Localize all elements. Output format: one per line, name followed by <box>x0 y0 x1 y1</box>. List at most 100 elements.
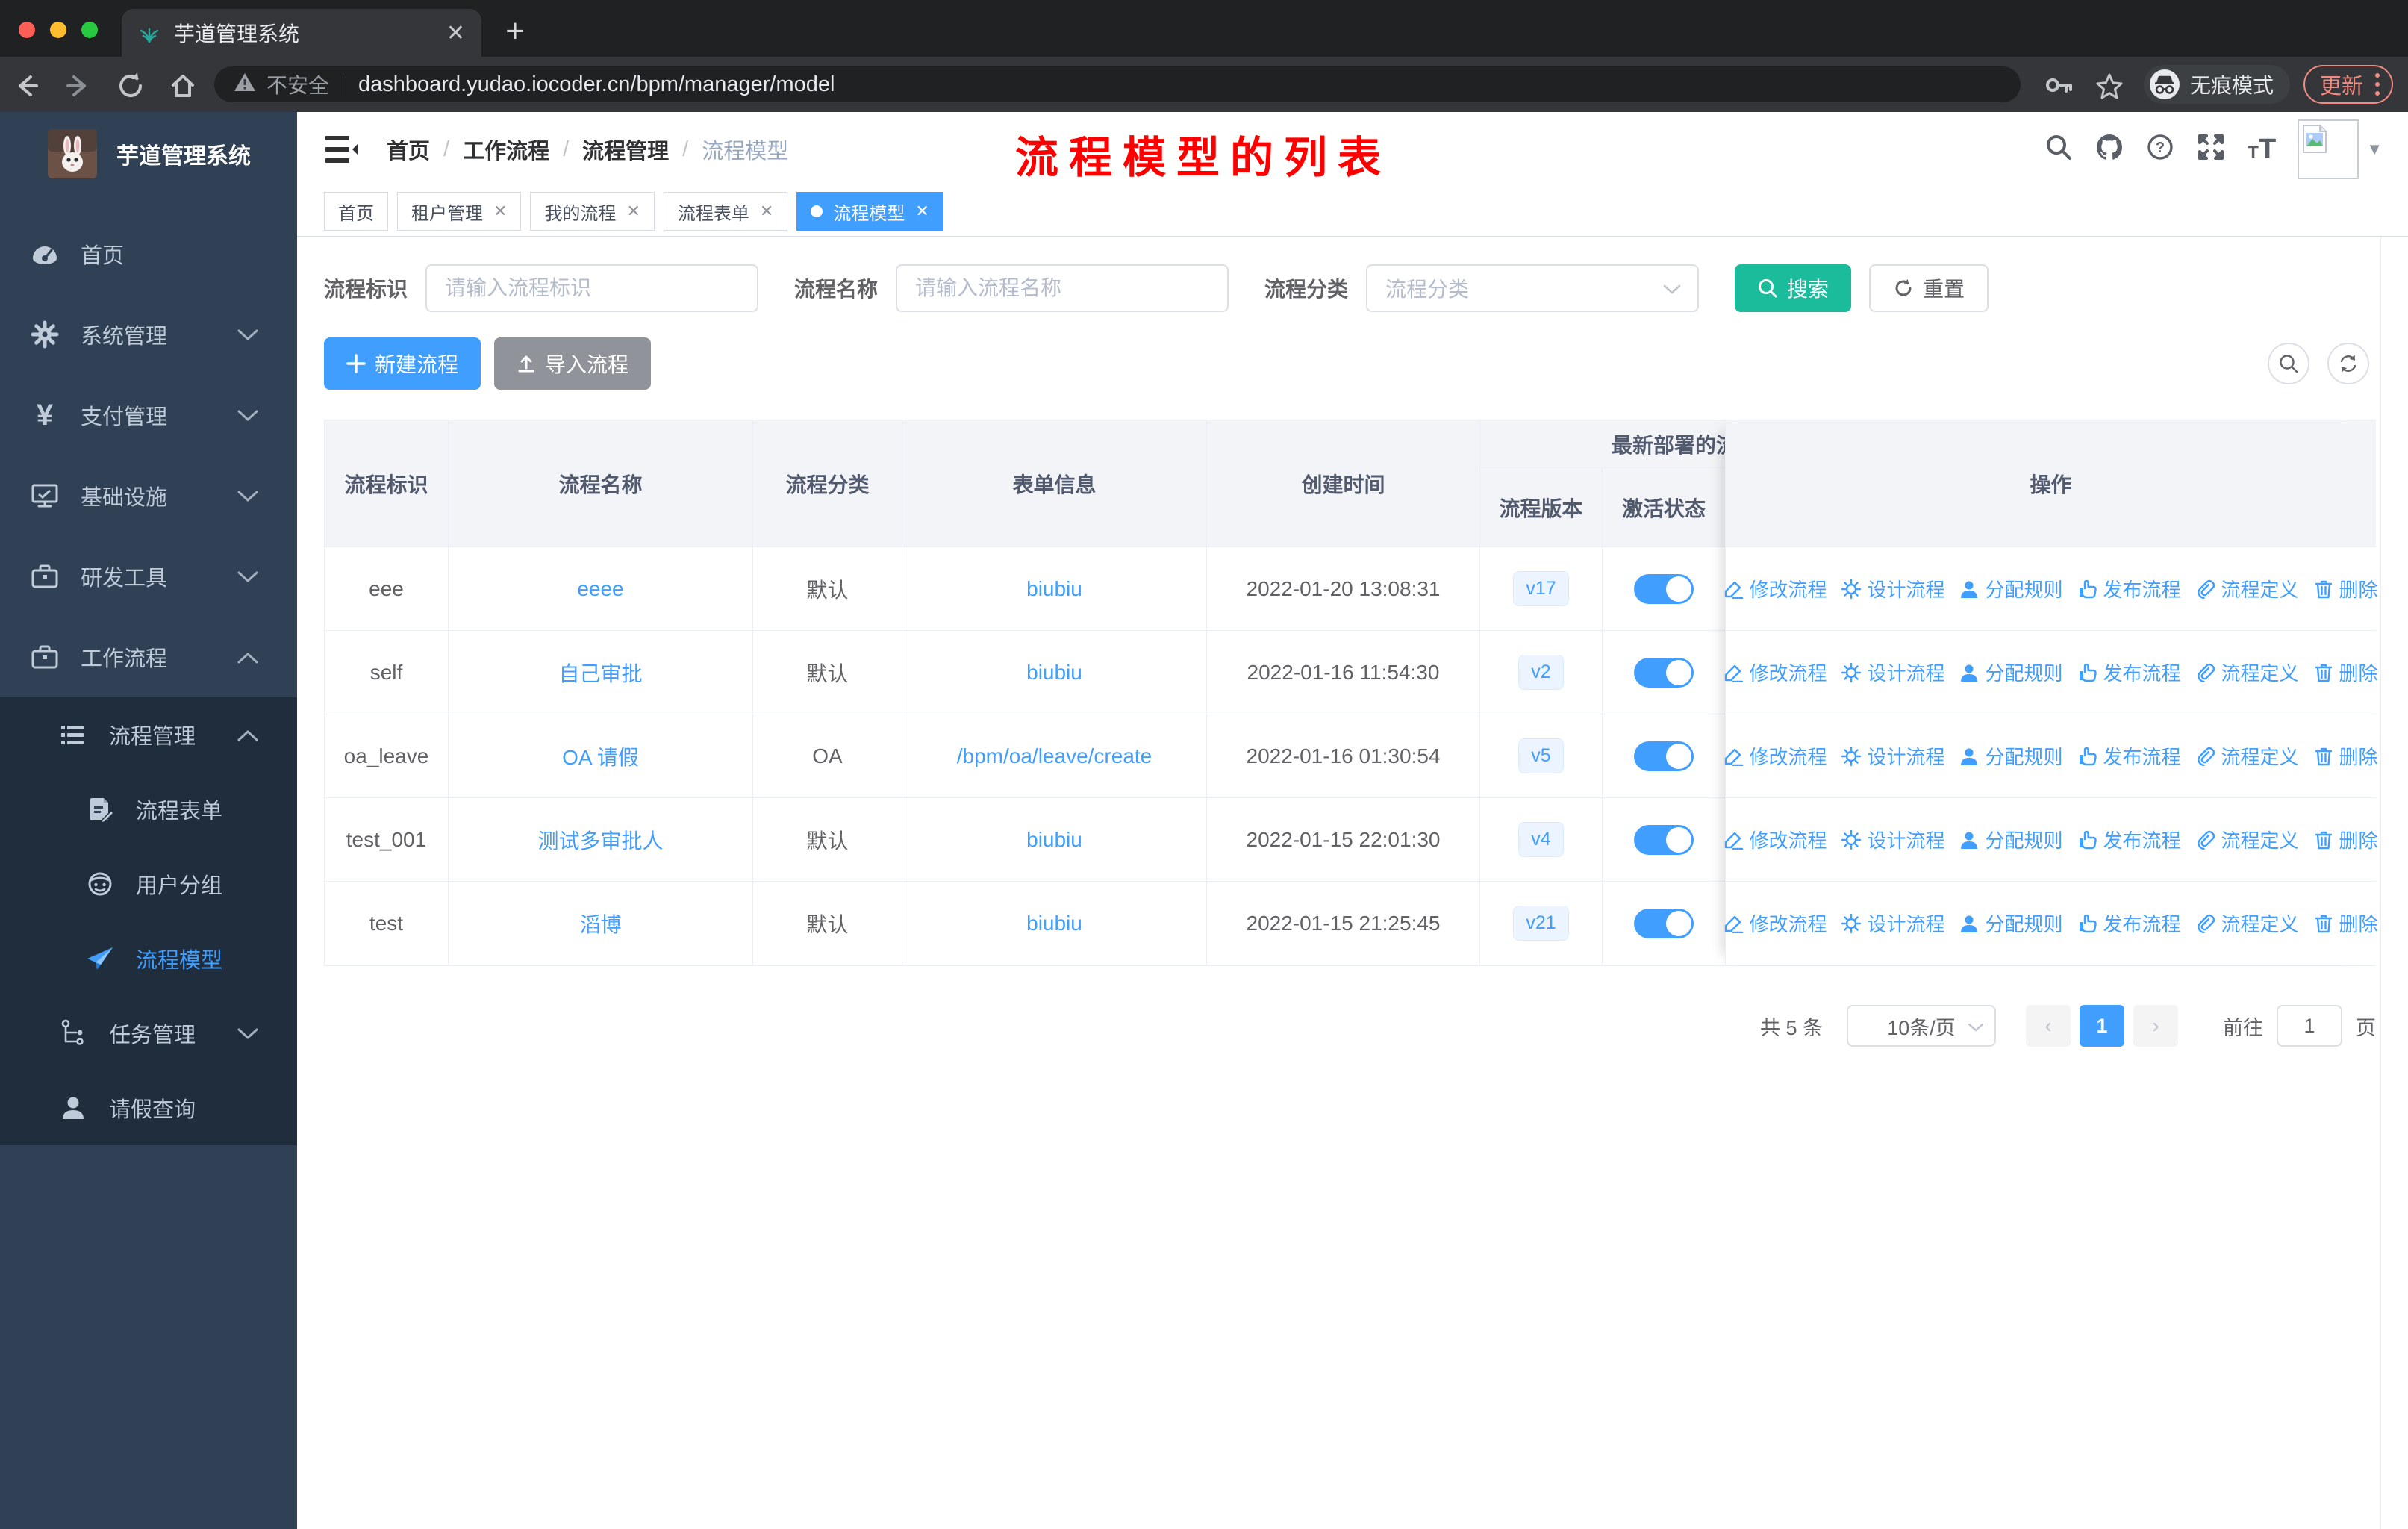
tag-process-model[interactable]: 流程模型 ✕ <box>796 192 943 231</box>
macos-close-button[interactable] <box>19 22 35 38</box>
reload-icon[interactable] <box>105 68 157 100</box>
edit-process-link[interactable]: 修改流程 <box>1724 742 1827 770</box>
delete-link[interactable]: 删除 <box>2314 742 2378 770</box>
sidebar-item-user-group[interactable]: 用户分组 <box>0 847 297 921</box>
delete-link[interactable]: 删除 <box>2314 826 2378 853</box>
process-name-link[interactable]: 测试多审批人 <box>537 825 663 855</box>
prev-page-button[interactable]: ‹ <box>2026 1005 2071 1047</box>
assign-rule-link[interactable]: 分配规则 <box>1959 826 2063 853</box>
edit-process-link[interactable]: 修改流程 <box>1724 909 1827 937</box>
import-process-button[interactable]: 导入流程 <box>494 337 652 390</box>
process-definition-link[interactable]: 流程定义 <box>2196 826 2299 853</box>
close-icon[interactable]: ✕ <box>626 202 640 221</box>
search-icon[interactable] <box>2033 133 2084 166</box>
publish-process-link[interactable]: 发布流程 <box>2078 742 2181 770</box>
create-process-button[interactable]: 新建流程 <box>324 337 481 390</box>
browser-menu-icon[interactable] <box>2375 73 2380 96</box>
sidebar-item-leave-query[interactable]: 请假查询 <box>0 1071 297 1145</box>
breadcrumb-home[interactable]: 首页 <box>387 134 430 165</box>
sidebar-item-task-management[interactable]: 任务管理 <box>0 996 297 1071</box>
breadcrumb-workflow[interactable]: 工作流程 <box>463 134 549 165</box>
filter-name-input[interactable] <box>896 264 1229 312</box>
close-icon[interactable]: ✕ <box>760 202 773 221</box>
new-tab-button[interactable]: + <box>496 13 534 52</box>
tag-my-process[interactable]: 我的流程 ✕ <box>530 192 655 231</box>
back-icon[interactable] <box>0 68 52 100</box>
macos-minimize-button[interactable] <box>50 22 66 38</box>
process-name-link[interactable]: OA 请假 <box>562 741 639 771</box>
help-icon[interactable]: ? <box>2135 133 2186 166</box>
fullscreen-icon[interactable] <box>2186 133 2236 166</box>
design-process-link[interactable]: 设计流程 <box>1841 742 1944 770</box>
tag-process-form[interactable]: 流程表单 ✕ <box>663 192 788 231</box>
browser-tab[interactable]: 芋道管理系统 ✕ <box>122 9 481 57</box>
active-toggle[interactable] <box>1634 573 1694 604</box>
search-button[interactable]: 搜索 <box>1735 264 1852 312</box>
goto-page-input[interactable] <box>2277 1005 2342 1047</box>
delete-link[interactable]: 删除 <box>2314 575 2378 602</box>
reset-button[interactable]: 重置 <box>1869 264 1989 312</box>
sidebar-item-process-management[interactable]: 流程管理 <box>0 697 297 772</box>
delete-link[interactable]: 删除 <box>2314 658 2378 686</box>
sidebar-item-process-model[interactable]: 流程模型 <box>0 921 297 996</box>
process-definition-link[interactable]: 流程定义 <box>2196 575 2299 602</box>
active-toggle[interactable] <box>1634 741 1694 771</box>
password-key-icon[interactable] <box>2044 72 2074 104</box>
design-process-link[interactable]: 设计流程 <box>1841 826 1944 853</box>
avatar-caret-icon[interactable]: ▼ <box>2366 140 2383 159</box>
sidebar-item-infrastructure[interactable]: 基础设施 <box>0 455 297 536</box>
next-page-button[interactable]: › <box>2133 1005 2178 1047</box>
process-definition-link[interactable]: 流程定义 <box>2196 742 2299 770</box>
process-name-link[interactable]: eeee <box>577 577 623 601</box>
github-icon[interactable] <box>2084 132 2135 167</box>
browser-update-button[interactable]: 更新 <box>2303 65 2394 104</box>
form-info-link[interactable]: biubiu <box>1026 912 1082 935</box>
assign-rule-link[interactable]: 分配规则 <box>1959 909 2063 937</box>
form-info-link[interactable]: biubiu <box>1026 577 1082 601</box>
publish-process-link[interactable]: 发布流程 <box>2078 575 2181 602</box>
tab-close-icon[interactable]: ✕ <box>446 20 465 46</box>
design-process-link[interactable]: 设计流程 <box>1841 909 1944 937</box>
process-definition-link[interactable]: 流程定义 <box>2196 658 2299 686</box>
sidebar-item-process-form[interactable]: 流程表单 <box>0 772 297 847</box>
version-badge[interactable]: v2 <box>1518 655 1564 690</box>
edit-process-link[interactable]: 修改流程 <box>1724 575 1827 602</box>
forward-icon[interactable] <box>52 68 105 100</box>
form-info-link[interactable]: biubiu <box>1026 661 1082 685</box>
version-badge[interactable]: v4 <box>1518 822 1564 857</box>
close-icon[interactable]: ✕ <box>915 202 929 221</box>
design-process-link[interactable]: 设计流程 <box>1841 575 1944 602</box>
publish-process-link[interactable]: 发布流程 <box>2078 909 2181 937</box>
sidebar-collapse-icon[interactable] <box>319 127 364 172</box>
version-badge[interactable]: v5 <box>1518 738 1564 773</box>
assign-rule-link[interactable]: 分配规则 <box>1959 575 2063 602</box>
tag-home[interactable]: 首页 <box>324 192 388 231</box>
publish-process-link[interactable]: 发布流程 <box>2078 658 2181 686</box>
avatar[interactable] <box>2298 119 2359 179</box>
edit-process-link[interactable]: 修改流程 <box>1724 658 1827 686</box>
breadcrumb-process-management[interactable]: 流程管理 <box>582 134 669 165</box>
sidebar-item-system[interactable]: 系统管理 <box>0 294 297 375</box>
security-label[interactable]: 不安全 <box>266 69 329 99</box>
address-bar[interactable]: 不安全 dashboard.yudao.iocoder.cn/bpm/manag… <box>214 66 2021 102</box>
url-text[interactable]: dashboard.yudao.iocoder.cn/bpm/manager/m… <box>358 72 835 97</box>
form-info-link[interactable]: /bpm/oa/leave/create <box>957 744 1152 768</box>
close-icon[interactable]: ✕ <box>493 202 507 221</box>
publish-process-link[interactable]: 发布流程 <box>2078 826 2181 853</box>
sidebar-item-dev-tools[interactable]: 研发工具 <box>0 536 297 617</box>
filter-key-input[interactable] <box>425 264 759 312</box>
design-process-link[interactable]: 设计流程 <box>1841 658 1944 686</box>
process-definition-link[interactable]: 流程定义 <box>2196 909 2299 937</box>
delete-link[interactable]: 删除 <box>2314 909 2378 937</box>
sidebar-item-home[interactable]: 首页 <box>0 214 297 294</box>
sidebar-item-workflow[interactable]: 工作流程 <box>0 617 297 697</box>
page-number-1[interactable]: 1 <box>2080 1005 2124 1047</box>
form-info-link[interactable]: biubiu <box>1026 828 1082 852</box>
active-toggle[interactable] <box>1634 908 1694 938</box>
active-toggle[interactable] <box>1634 657 1694 688</box>
page-size-select[interactable]: 10条/页 <box>1847 1005 1996 1047</box>
assign-rule-link[interactable]: 分配规则 <box>1959 658 2063 686</box>
process-name-link[interactable]: 自己审批 <box>558 658 642 688</box>
sidebar-item-payment[interactable]: ¥ 支付管理 <box>0 375 297 455</box>
assign-rule-link[interactable]: 分配规则 <box>1959 742 2063 770</box>
